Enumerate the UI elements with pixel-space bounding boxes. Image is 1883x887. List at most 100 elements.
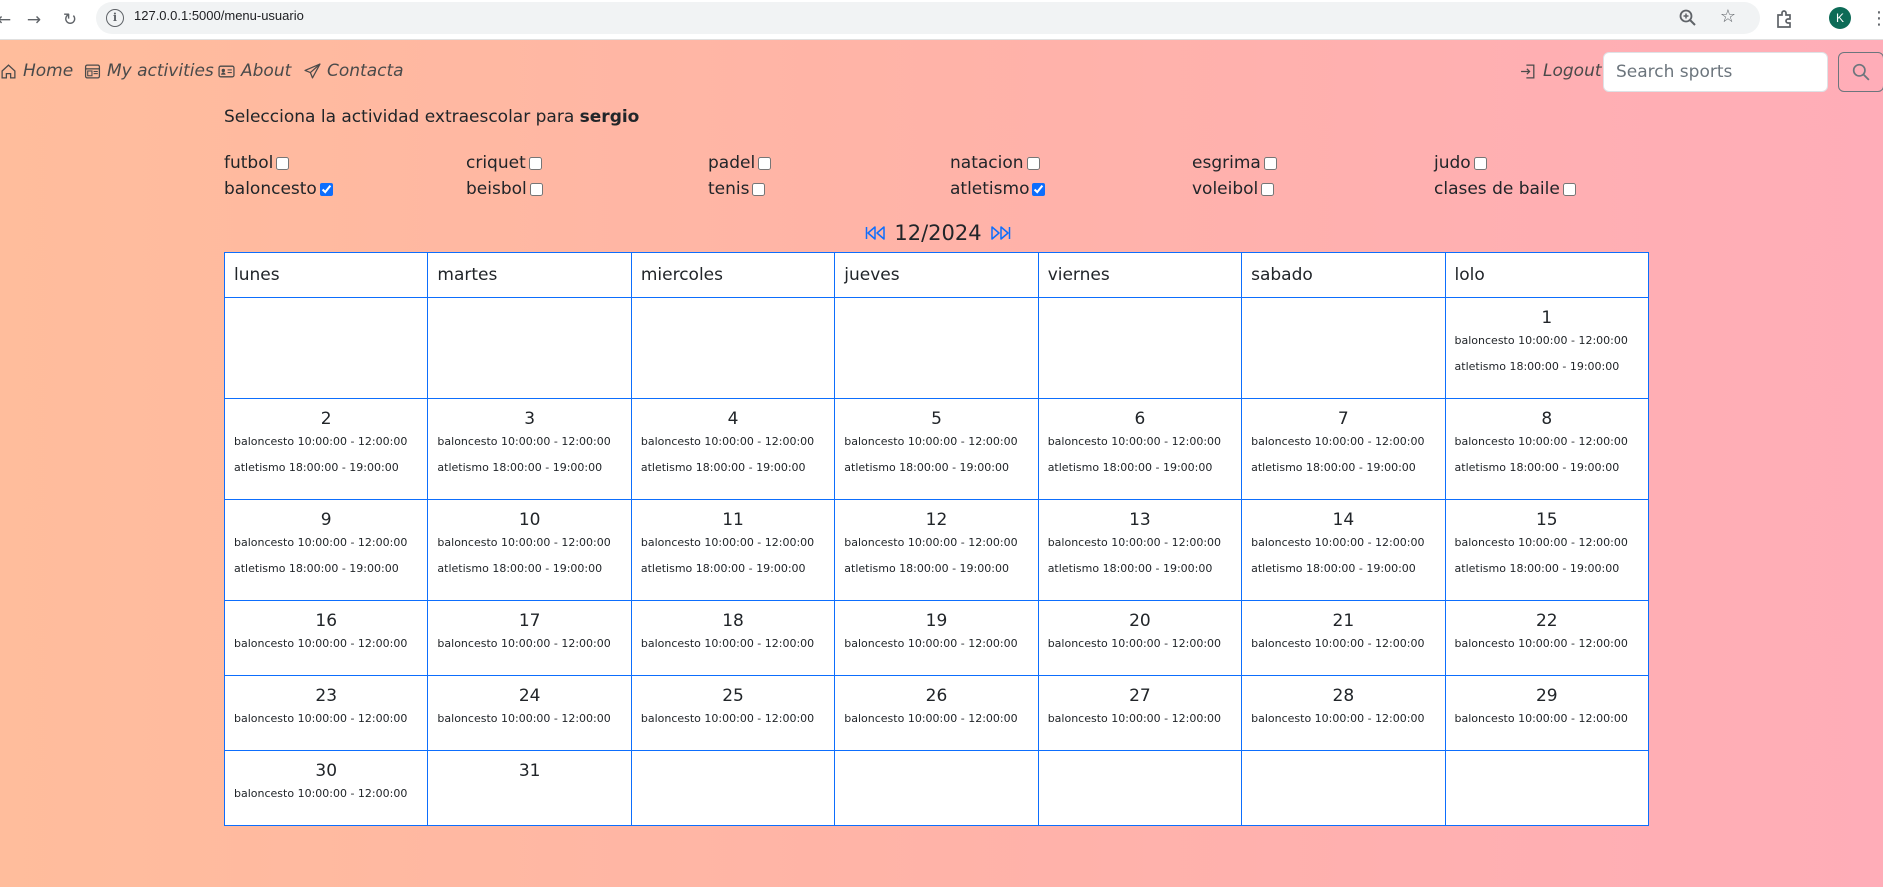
activity-event: baloncesto 10:00:00 - 12:00:00: [1047, 637, 1222, 650]
activity-checkbox[interactable]: [276, 156, 290, 170]
day-number: 23: [315, 686, 338, 706]
nav-contact-link[interactable]: Contacta: [304, 61, 404, 81]
activity-event: baloncesto 10:00:00 - 12:00:00: [437, 712, 611, 725]
activity-checkbox[interactable]: [529, 182, 543, 196]
empty-day-cell: [1037, 297, 1243, 399]
activity-option[interactable]: atletismo: [950, 176, 1192, 202]
activity-event: baloncesto 10:00:00 - 12:00:00: [1251, 637, 1425, 650]
weekday-header-row: lunes martes miercoles jueves viernes sabado l…: [223, 252, 1650, 298]
calendar-day-cell: 31: [427, 750, 632, 826]
activity-checkbox[interactable]: [752, 182, 766, 196]
activity-event: atletismo 18:00:00 - 19:00:00: [437, 461, 603, 474]
activity-option[interactable]: futbol: [224, 150, 466, 176]
activity-event: baloncesto 10:00:00 - 12:00:00: [640, 712, 815, 725]
weekday-header: sabado: [1241, 252, 1446, 298]
navbar: Home My activities About Contacta Logout: [0, 40, 1883, 98]
day-number: 13: [1129, 510, 1151, 530]
activity-event: baloncesto 10:00:00 - 12:00:00: [234, 787, 408, 800]
activity-label: voleibol: [1192, 179, 1259, 199]
activity-option[interactable]: esgrima: [1192, 150, 1434, 176]
calendar-week-row: 1 baloncesto 10:00:00 - 12:00:00 atletismo…: [223, 297, 1650, 399]
nav-about-label: About: [241, 61, 292, 81]
activity-event: baloncesto 10:00:00 - 12:00:00: [1251, 536, 1425, 549]
calendar-day-cell: 28 baloncesto 10:00:00 - 12:00:00: [1241, 675, 1446, 751]
nav-home-link[interactable]: Home: [0, 61, 73, 81]
nav-activities-link[interactable]: My activities: [84, 61, 214, 81]
activity-event: baloncesto 10:00:00 - 12:00:00: [234, 712, 408, 725]
extensions-icon[interactable]: [1774, 8, 1796, 30]
activity-event: baloncesto 10:00:00 - 12:00:00: [234, 536, 408, 549]
calendar-day-cell: 30 baloncesto 10:00:00 - 12:00:00: [223, 750, 429, 826]
activity-checkbox[interactable]: [1473, 156, 1487, 170]
activity-option[interactable]: tenis: [708, 176, 950, 202]
next-month-icon[interactable]: [988, 223, 1012, 243]
activity-checkbox[interactable]: [1261, 182, 1275, 196]
activity-checkbox[interactable]: [1263, 156, 1277, 170]
activity-label: tenis: [708, 179, 750, 199]
calendar-day-cell: 12 baloncesto 10:00:00 - 12:00:00 atletism…: [834, 499, 1039, 601]
search-input[interactable]: [1603, 52, 1828, 92]
activity-label: padel: [708, 153, 756, 173]
empty-day-cell: [834, 750, 1039, 826]
activity-event: atletismo 18:00:00 - 19:00:00: [1251, 461, 1416, 474]
address-bar[interactable]: i 127.0.0.1:5000/menu-usuario ☆: [96, 2, 1760, 34]
nav-about-link[interactable]: About: [218, 61, 291, 81]
day-number: 7: [1337, 409, 1349, 429]
nav-home-label: Home: [23, 61, 74, 81]
activity-event: baloncesto 10:00:00 - 12:00:00: [234, 637, 408, 650]
forward-icon[interactable]: →: [22, 8, 46, 32]
activity-checkbox[interactable]: [319, 182, 333, 196]
browser-menu-icon[interactable]: ⋮: [1870, 8, 1883, 30]
calendar-day-cell: 6 baloncesto 10:00:00 - 12:00:00 atletismo…: [1037, 398, 1243, 500]
calendar-day-cell: 22 baloncesto 10:00:00 - 12:00:00: [1444, 600, 1650, 676]
activity-event: atletismo 18:00:00 - 19:00:00: [1454, 461, 1620, 474]
activity-label: judo: [1434, 153, 1471, 173]
activity-option[interactable]: beisbol: [466, 176, 708, 202]
activity-event: baloncesto 10:00:00 - 12:00:00: [844, 712, 1018, 725]
bookmark-star-icon[interactable]: ☆: [1720, 6, 1736, 27]
empty-day-cell: [223, 297, 429, 399]
day-number: 24: [518, 686, 541, 706]
activity-option[interactable]: padel: [708, 150, 950, 176]
activity-event: baloncesto 10:00:00 - 12:00:00: [437, 435, 611, 448]
calendar-day-cell: 23 baloncesto 10:00:00 - 12:00:00: [223, 675, 429, 751]
activity-event: baloncesto 10:00:00 - 12:00:00: [1454, 637, 1628, 650]
address-url[interactable]: 127.0.0.1:5000/menu-usuario: [134, 8, 304, 23]
activity-event: baloncesto 10:00:00 - 12:00:00: [844, 637, 1018, 650]
activity-event: atletismo 18:00:00 - 19:00:00: [234, 562, 399, 575]
calendar-day-cell: 19 baloncesto 10:00:00 - 12:00:00: [834, 600, 1039, 676]
logout-link[interactable]: Logout: [1520, 61, 1602, 81]
activity-event: baloncesto 10:00:00 - 12:00:00: [1251, 435, 1425, 448]
activity-option[interactable]: natacion: [950, 150, 1192, 176]
day-number: 11: [722, 510, 744, 530]
activity-option[interactable]: voleibol: [1192, 176, 1434, 202]
search-button[interactable]: [1838, 52, 1883, 92]
activity-checkbox[interactable]: [1562, 182, 1576, 196]
day-number: 3: [524, 409, 536, 429]
calendar-day-cell: 15 baloncesto 10:00:00 - 12:00:00 atletism…: [1444, 499, 1650, 601]
activity-option[interactable]: clases de baile: [1434, 176, 1676, 202]
activity-checkbox[interactable]: [758, 156, 772, 170]
calendar-week-row: 30 baloncesto 10:00:00 - 12:00:00 31: [223, 750, 1650, 826]
zoom-icon[interactable]: [1678, 8, 1698, 28]
activity-checkbox[interactable]: [1032, 182, 1046, 196]
empty-day-cell: [1241, 297, 1446, 399]
calendar-week-row: 2 baloncesto 10:00:00 - 12:00:00 atletismo…: [223, 398, 1650, 500]
reload-icon[interactable]: ↻: [58, 8, 82, 32]
activity-label: criquet: [466, 153, 526, 173]
back-icon[interactable]: ←: [0, 8, 16, 32]
activity-option[interactable]: baloncesto: [224, 176, 466, 202]
activity-checkbox[interactable]: [528, 156, 542, 170]
calendar-day-cell: 11 baloncesto 10:00:00 - 12:00:00 atletism…: [630, 499, 836, 601]
day-number: 27: [1129, 686, 1151, 706]
calendar-day-cell: 2 baloncesto 10:00:00 - 12:00:00 atletismo…: [223, 398, 429, 500]
calendar-day-cell: 25 baloncesto 10:00:00 - 12:00:00: [630, 675, 836, 751]
calendar-week-row: 23 baloncesto 10:00:00 - 12:00:00 24 balonc…: [223, 675, 1650, 751]
site-info-icon[interactable]: i: [106, 9, 124, 27]
activity-checkbox[interactable]: [1026, 156, 1040, 170]
activity-option[interactable]: judo: [1434, 150, 1676, 176]
activity-option[interactable]: criquet: [466, 150, 708, 176]
profile-avatar[interactable]: K: [1829, 7, 1851, 29]
previous-month-icon[interactable]: [864, 223, 888, 243]
calendar-day-cell: 18 baloncesto 10:00:00 - 12:00:00: [630, 600, 836, 676]
